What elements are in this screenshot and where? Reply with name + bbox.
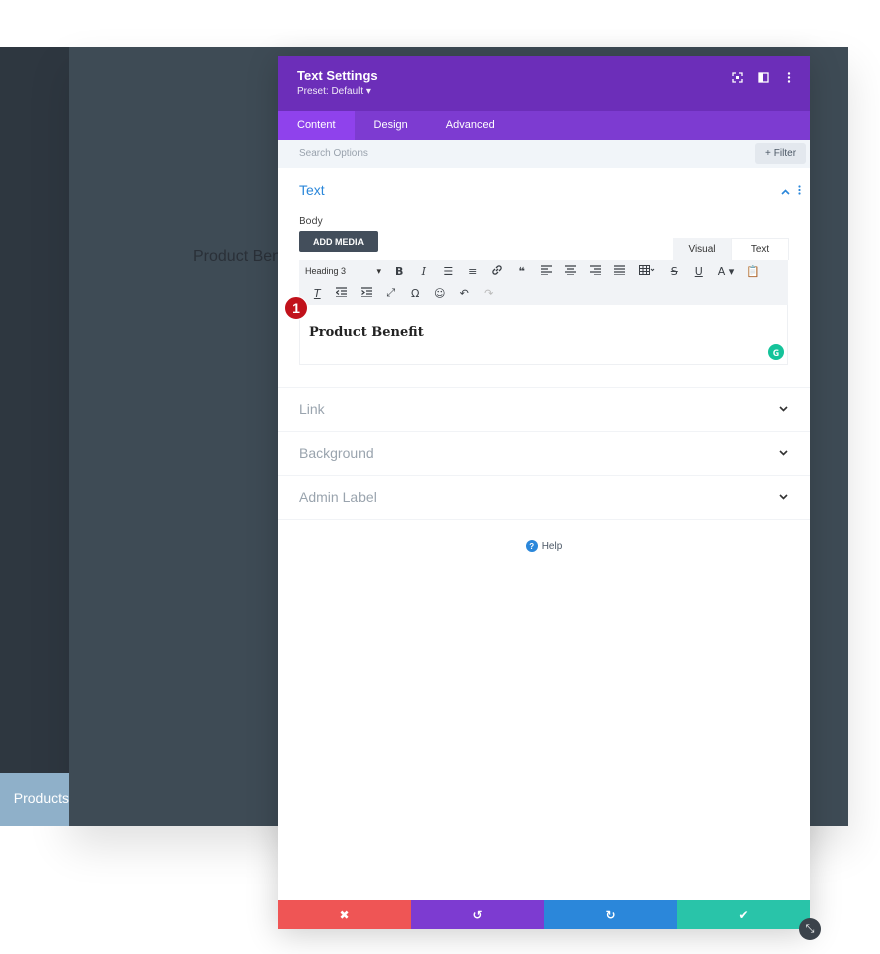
underline-icon[interactable]: U — [687, 265, 712, 278]
redo-button[interactable]: ↻ — [544, 900, 677, 929]
tab-text[interactable]: Text — [731, 238, 789, 260]
editor-content[interactable]: Product Benefit — [309, 325, 424, 340]
add-media-button[interactable]: ADD MEDIA — [299, 231, 378, 252]
redo-icon[interactable]: ↷ — [477, 287, 502, 300]
settings-tabs: Content Design Advanced — [278, 111, 810, 140]
outdent-icon[interactable] — [330, 286, 355, 300]
section-link-title: Link — [299, 401, 325, 417]
help-link[interactable]: ? Help — [278, 540, 810, 552]
bullet-list-icon[interactable]: ☰ — [436, 265, 461, 278]
italic-icon[interactable]: I — [412, 265, 437, 278]
more-options-icon[interactable] — [782, 70, 796, 84]
undo-icon[interactable]: ↶ — [452, 287, 477, 300]
paste-icon[interactable]: 📋 — [741, 265, 766, 278]
tab-design[interactable]: Design — [355, 111, 427, 140]
checkmark-icon: ✔ — [738, 907, 749, 922]
filter-button[interactable]: + Filter — [755, 143, 806, 164]
save-button[interactable]: ✔ — [677, 900, 810, 929]
canvas-text-module[interactable]: Product Benefit — [193, 248, 283, 266]
tab-visual[interactable]: Visual — [673, 238, 731, 260]
chevron-down-icon — [779, 401, 788, 416]
numbered-list-icon[interactable]: ≡ — [461, 265, 486, 278]
tab-content[interactable]: Content — [278, 111, 355, 140]
help-icon: ? — [525, 540, 538, 552]
builder-left-panel — [0, 47, 69, 773]
chevron-down-icon — [779, 445, 788, 460]
modal-header: Text Settings Preset: Default ▾ — [278, 56, 810, 111]
text-color-icon[interactable]: A ▾ — [711, 265, 741, 278]
link-icon[interactable] — [485, 264, 510, 279]
clear-formatting-icon[interactable]: T — [305, 287, 330, 300]
text-settings-modal: Text Settings Preset: Default ▾ Content … — [278, 56, 810, 929]
omega-icon[interactable]: Ω — [403, 287, 428, 300]
help-label: Help — [541, 540, 563, 552]
format-select-value: Heading 3 — [305, 265, 347, 276]
plus-icon: + — [764, 148, 771, 159]
caret-down-icon: ▾ — [376, 265, 381, 276]
blockquote-icon[interactable]: ❝ — [510, 265, 535, 278]
header-icons — [730, 70, 796, 84]
rich-text-editor[interactable]: Product Benefit G — [299, 305, 788, 365]
step-number-badge: 1 — [284, 296, 308, 320]
body-label: Body — [299, 213, 323, 227]
section-menu-icon[interactable] — [798, 184, 801, 198]
products-button-label: Products — [13, 790, 69, 806]
resize-icon[interactable]: ⤡ — [799, 918, 821, 940]
align-center-icon[interactable] — [559, 264, 584, 278]
align-right-icon[interactable] — [583, 264, 608, 278]
indent-icon[interactable] — [354, 286, 379, 300]
strikethrough-icon[interactable]: S — [662, 265, 687, 278]
chevron-down-icon — [779, 489, 788, 504]
justify-icon[interactable] — [608, 264, 633, 278]
table-icon[interactable] — [632, 264, 662, 278]
tab-advanced[interactable]: Advanced — [427, 111, 514, 140]
fullscreen-icon[interactable] — [730, 70, 744, 84]
section-controls — [781, 184, 801, 198]
text-section-title[interactable]: Text — [299, 182, 325, 198]
section-admin-label[interactable]: Admin Label — [278, 476, 810, 520]
format-select[interactable]: Heading 3 ▾ — [305, 266, 387, 277]
undo-button[interactable]: ↺ — [411, 900, 544, 929]
bold-icon[interactable]: B — [387, 265, 412, 278]
close-icon: ✖ — [339, 907, 350, 922]
fullscreen-editor-icon[interactable]: ⤢ — [379, 286, 404, 300]
chevron-up-icon[interactable] — [781, 184, 790, 198]
undo-arrow-icon: ↺ — [472, 907, 483, 922]
section-admin-label-title: Admin Label — [299, 489, 377, 505]
emoji-icon[interactable]: ☺ — [428, 287, 453, 300]
split-view-icon[interactable] — [756, 70, 770, 84]
collapsed-sections: Link Background Admin Label — [278, 388, 810, 520]
section-link[interactable]: Link — [278, 388, 810, 432]
section-background-title: Background — [299, 445, 374, 461]
redo-arrow-icon: ↻ — [605, 907, 616, 922]
cancel-button[interactable]: ✖ — [278, 900, 411, 929]
modal-title: Text Settings — [297, 68, 378, 83]
editor-toolbar: Heading 3 ▾ B I ☰ ≡ ❝ S U A ▾ 📋 T ⤢ Ω ☺ … — [299, 260, 788, 305]
filter-label: Filter — [773, 148, 797, 159]
grammarly-icon[interactable]: G — [768, 344, 784, 360]
editor-mode-tabs: Visual Text — [673, 238, 789, 260]
align-left-icon[interactable] — [534, 264, 559, 278]
modal-footer: ✖ ↺ ↻ ✔ — [278, 900, 810, 929]
section-background[interactable]: Background — [278, 432, 810, 476]
search-input[interactable]: Search Options — [299, 148, 368, 159]
preset-selector[interactable]: Preset: Default ▾ — [297, 86, 791, 97]
search-options-bar[interactable]: Search Options + Filter — [278, 140, 810, 168]
